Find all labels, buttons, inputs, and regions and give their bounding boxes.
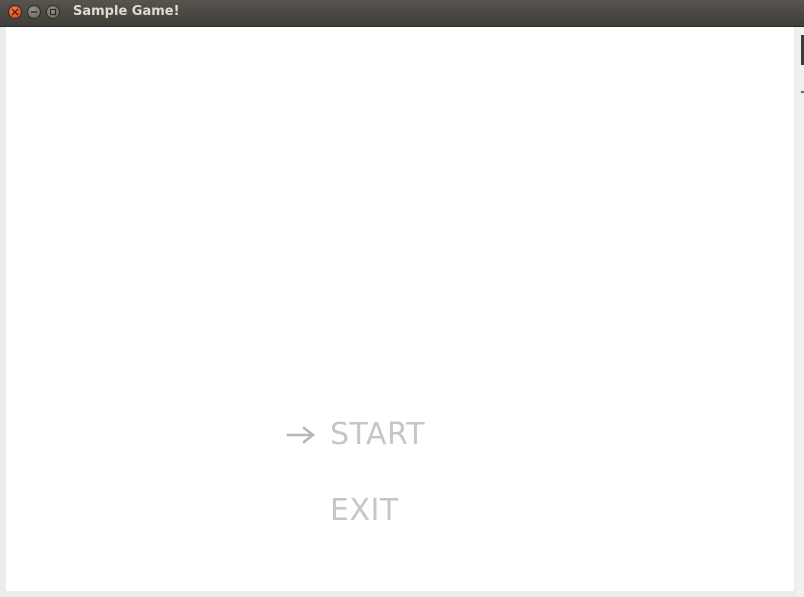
minimize-icon: [30, 11, 38, 13]
minimize-button[interactable]: [27, 5, 41, 19]
maximize-button[interactable]: [46, 5, 60, 19]
app-window: Sample Game! START EXIT: [0, 0, 804, 597]
close-button[interactable]: [8, 5, 22, 19]
menu-item-exit[interactable]: EXIT: [330, 493, 399, 528]
window-title: Sample Game!: [73, 4, 180, 19]
game-canvas[interactable]: START EXIT: [6, 27, 794, 591]
window-edge: [796, 27, 804, 597]
maximize-icon: [49, 8, 57, 16]
menu-item-start[interactable]: START: [330, 417, 425, 452]
arrow-right-icon: [286, 426, 316, 444]
close-icon: [11, 8, 19, 16]
title-bar[interactable]: Sample Game!: [0, 0, 804, 27]
